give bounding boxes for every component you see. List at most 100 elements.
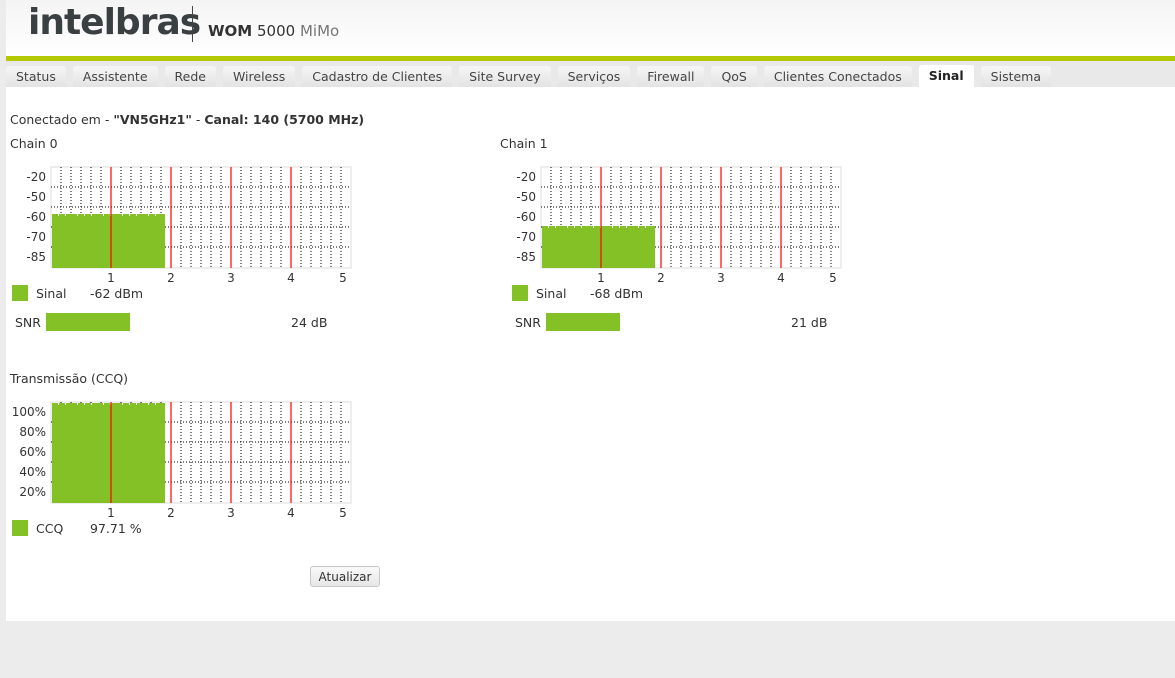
chain1-snr-value: 21 dB xyxy=(791,315,828,330)
tab-assistente[interactable]: Assistente xyxy=(72,66,158,87)
tab-site-survey[interactable]: Site Survey xyxy=(459,66,551,87)
tab-servi-os[interactable]: Serviços xyxy=(557,66,631,87)
y-tick-label: 80% xyxy=(19,425,46,439)
signal-noise xyxy=(122,214,123,216)
chain0-snr-label: SNR xyxy=(15,315,41,330)
x-tick-label: 4 xyxy=(777,271,785,285)
signal-noise xyxy=(612,226,613,228)
signal-noise xyxy=(638,226,639,228)
tab-qos[interactable]: QoS xyxy=(711,66,757,87)
signal-noise xyxy=(129,214,130,216)
ccq-legend-swatch xyxy=(12,520,28,536)
y-tick-label: 60% xyxy=(19,445,46,459)
x-tick-label: 2 xyxy=(167,271,175,285)
x-tick-label: 3 xyxy=(227,271,235,285)
model-number: 5000 xyxy=(257,22,296,40)
signal-noise xyxy=(103,214,104,216)
signal-area xyxy=(52,403,165,503)
sinal-legend-swatch xyxy=(512,285,528,301)
model-suffix: MiMo xyxy=(299,22,340,40)
x-tick-label: 3 xyxy=(227,506,235,520)
y-tick-label: -50 xyxy=(26,190,46,204)
ccq-chart: 1 2 3 4 5 100% 80% 60% 40% 20% xyxy=(12,401,352,520)
signal-noise xyxy=(65,403,66,405)
signal-noise xyxy=(129,403,130,405)
y-tick-label: -20 xyxy=(26,170,46,184)
x-tick-label: 3 xyxy=(717,271,725,285)
header-divider xyxy=(192,6,193,42)
model-name: WOM xyxy=(208,22,253,40)
ccq-value: 97.71 % xyxy=(90,521,142,536)
tab-sistema[interactable]: Sistema xyxy=(980,66,1052,87)
x-tick-label: 1 xyxy=(597,271,605,285)
signal-area xyxy=(542,226,655,268)
signal-noise xyxy=(58,214,59,216)
chain1-snr-bar xyxy=(546,313,620,331)
x-tick-label: 5 xyxy=(829,271,837,285)
signal-area xyxy=(52,214,165,268)
sinal-legend-swatch xyxy=(12,285,28,301)
signal-noise xyxy=(148,403,149,405)
signal-noise xyxy=(155,214,156,216)
tab-firewall[interactable]: Firewall xyxy=(637,66,705,87)
signal-noise xyxy=(555,226,556,228)
x-tick-label: 4 xyxy=(287,506,295,520)
signal-noise xyxy=(77,214,78,216)
signal-noise xyxy=(148,214,149,216)
tab-status[interactable]: Status xyxy=(6,66,66,87)
signal-noise xyxy=(103,403,104,405)
chain1-snr-label: SNR xyxy=(515,315,541,330)
tab-cadastro-de-clientes[interactable]: Cadastro de Clientes xyxy=(302,66,453,87)
y-tick-label: -50 xyxy=(516,190,536,204)
x-tick-label: 2 xyxy=(167,506,175,520)
signal-noise xyxy=(626,226,627,228)
tab-sinal[interactable]: Sinal xyxy=(918,65,974,87)
signal-noise xyxy=(548,226,549,228)
y-tick-label: -70 xyxy=(516,230,536,244)
signal-noise xyxy=(84,214,85,216)
connection-sep: - xyxy=(191,112,205,127)
header: intelbras WOM 5000 MiMo xyxy=(6,0,1175,56)
refresh-button[interactable]: Atualizar xyxy=(310,566,380,587)
signal-noise xyxy=(593,226,594,228)
y-tick-label: -85 xyxy=(516,250,536,264)
chain0-title: Chain 0 xyxy=(10,136,58,151)
signal-noise xyxy=(84,403,85,405)
signal-noise xyxy=(136,403,137,405)
chain1-chart: 1 2 3 4 5 -20 -50 -60 -70 -85 xyxy=(516,166,842,285)
signal-noise xyxy=(574,226,575,228)
tab-clientes-conectados[interactable]: Clientes Conectados xyxy=(763,66,912,87)
signal-noise xyxy=(91,214,92,216)
signal-noise xyxy=(58,403,59,405)
device-model: WOM 5000 MiMo xyxy=(208,22,339,40)
tab-wireless[interactable]: Wireless xyxy=(222,66,296,87)
x-tick-label: 5 xyxy=(339,506,347,520)
y-tick-label: 20% xyxy=(19,485,46,499)
signal-panel: Conectado em - "VN5GHz1" - Canal: 140 (5… xyxy=(6,87,1175,621)
chain1-title: Chain 1 xyxy=(500,136,548,151)
signal-noise xyxy=(567,226,568,228)
y-tick-label: -60 xyxy=(26,210,46,224)
signal-noise xyxy=(91,403,92,405)
y-tick-label: 40% xyxy=(19,465,46,479)
intelbras-logo: intelbras xyxy=(28,2,201,43)
connection-info: Conectado em - "VN5GHz1" - Canal: 140 (5… xyxy=(10,112,364,127)
signal-noise xyxy=(619,226,620,228)
connection-ssid: "VN5GHz1" xyxy=(113,112,192,127)
x-tick-label: 1 xyxy=(107,506,115,520)
tab-rede[interactable]: Rede xyxy=(164,66,216,87)
y-tick-label: 100% xyxy=(12,405,46,419)
chain1-value: -68 dBm xyxy=(590,286,644,301)
connection-prefix: Conectado em - xyxy=(10,112,114,127)
y-tick-label: -70 xyxy=(26,230,46,244)
connection-channel: Canal: 140 (5700 MHz) xyxy=(204,112,365,127)
x-tick-label: 5 xyxy=(339,271,347,285)
chain0-snr-bar xyxy=(46,313,130,331)
signal-noise xyxy=(155,403,156,405)
main-tabs: Status Assistente Rede Wireless Cadastro de … xyxy=(6,61,1175,87)
signal-noise xyxy=(122,403,123,405)
signal-noise xyxy=(77,403,78,405)
chain0-value: -62 dBm xyxy=(90,286,144,301)
chain0-snr-value: 24 dB xyxy=(291,315,328,330)
chain0-chart: 1 2 3 4 5 -20 -50 -60 -70 -85 xyxy=(26,166,352,285)
